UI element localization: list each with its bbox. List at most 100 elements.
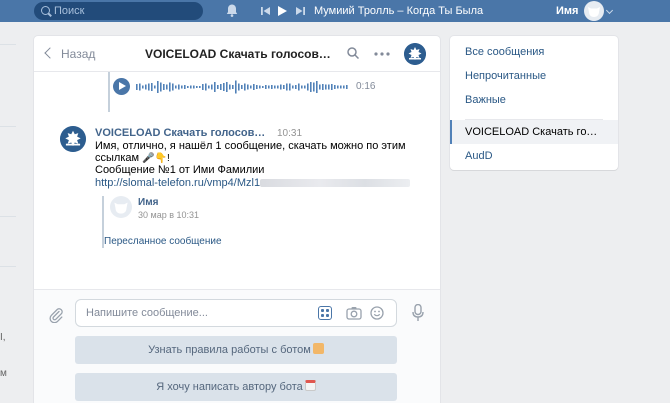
paperclip-icon[interactable]: [48, 307, 64, 323]
blurred-text: [260, 179, 411, 188]
forwarded-label[interactable]: Пересланное сообщение: [104, 236, 222, 247]
back-button[interactable]: Назад: [61, 47, 95, 61]
top-bar: Мумиий Тролль – Когда Ты Была Имя: [0, 0, 670, 22]
waveform-bar: [271, 85, 273, 89]
more-icon[interactable]: [374, 52, 390, 56]
waveform-bar: [241, 85, 243, 89]
waveform-bar: [277, 85, 279, 89]
message-text: Имя, отлично, я нашёл 1 сообщение, скача…: [95, 140, 406, 152]
forwarded-author[interactable]: Имя: [138, 197, 158, 208]
waveform-bar: [220, 84, 222, 90]
waveform-bar: [319, 84, 321, 90]
notepad-emoji-icon: [312, 343, 324, 354]
voiceload-logo-icon: [60, 126, 86, 152]
menu-item-audd[interactable]: AudD: [450, 144, 618, 168]
waveform-bar: [226, 82, 228, 92]
waveform-bar: [331, 84, 333, 90]
user-name[interactable]: Имя: [556, 5, 578, 17]
waveform-bar: [139, 83, 141, 91]
waveform-bar: [283, 85, 285, 89]
write-author-button[interactable]: Я хочу написать автору бота: [75, 373, 397, 401]
waveform-bar: [307, 83, 309, 91]
waveform-bar: [322, 84, 324, 90]
menu-item-important[interactable]: Важные: [450, 88, 618, 112]
chat-avatar[interactable]: [404, 43, 426, 65]
menu-item-unread[interactable]: Непрочитанные: [450, 64, 618, 88]
camera-icon[interactable]: [346, 306, 362, 320]
waveform-bar: [160, 82, 162, 92]
bot-rules-button[interactable]: Узнать правила работы с ботом: [75, 336, 397, 364]
waveform-bar: [154, 85, 156, 89]
search-icon[interactable]: [347, 47, 359, 59]
download-link-text[interactable]: http://slomal-telefon.ru/vmp4/Mzl1: [95, 177, 260, 189]
waveform-bar: [145, 84, 147, 90]
waveform-bar: [259, 85, 261, 89]
previous-track-icon[interactable]: [261, 6, 271, 16]
waveform-bar: [310, 82, 312, 92]
waveform-bar: [163, 84, 165, 90]
waveform-bar: [286, 83, 288, 91]
waveform-bar: [148, 83, 150, 91]
waveform-bar: [244, 83, 246, 91]
waveform-bar: [280, 84, 282, 90]
waveform-bar: [334, 85, 336, 89]
next-track-icon[interactable]: [295, 6, 305, 16]
waveform-bar: [256, 85, 258, 89]
search-icon: [41, 6, 50, 15]
back-arrow-icon[interactable]: [44, 47, 56, 59]
waveform-bar: [181, 85, 183, 89]
message-time[interactable]: 10:31: [277, 128, 302, 139]
voice-waveform[interactable]: [136, 77, 350, 97]
waveform-bar: [205, 83, 207, 91]
bot-keyboard-icon[interactable]: [318, 306, 332, 320]
waveform-bar: [250, 85, 252, 89]
waveform-bar: [214, 82, 216, 92]
waveform-bar: [301, 85, 303, 89]
download-link[interactable]: http://slomal-telefon.ru/vmp4/Mzl1: [95, 177, 411, 189]
write-author-button-label: Я хочу написать автору бота: [156, 381, 303, 393]
waveform-bar: [232, 85, 234, 89]
waveform-bar: [346, 85, 348, 89]
message-avatar[interactable]: [60, 126, 86, 152]
play-voice-button[interactable]: [113, 78, 130, 95]
waveform-bar: [304, 85, 306, 89]
waveform-bar: [229, 84, 231, 90]
forwarded-avatar[interactable]: [110, 196, 132, 218]
waveform-bar: [289, 83, 291, 91]
message-author[interactable]: VOICELOAD Скачать голосовое сообщение: [95, 127, 269, 139]
waveform-bar: [142, 85, 144, 89]
play-icon[interactable]: [278, 6, 287, 16]
waveform-bar: [337, 85, 339, 89]
chevron-down-icon[interactable]: [605, 6, 614, 15]
smile-icon[interactable]: [370, 306, 384, 320]
search-box[interactable]: [34, 2, 203, 20]
waveform-bar: [325, 84, 327, 90]
waveform-bar: [247, 84, 249, 90]
voice-message: 0:16: [108, 72, 408, 112]
sidebar-fragment: I,: [0, 332, 6, 343]
waveform-bar: [292, 85, 294, 89]
now-playing-track[interactable]: Мумиий Тролль – Когда Ты Была: [314, 5, 483, 17]
waveform-bar: [268, 85, 270, 89]
messages-filter-menu: Все сообщения Непрочитанные Важные VOICE…: [450, 36, 618, 170]
avatar[interactable]: [584, 1, 604, 21]
bell-icon[interactable]: [226, 4, 238, 17]
microphone-icon[interactable]: [412, 304, 424, 322]
menu-item-voiceload[interactable]: VOICELOAD Скачать голосовое сообщение: [450, 120, 618, 144]
forwarded-date[interactable]: 30 мар в 10:31: [138, 210, 199, 220]
composer: Узнать правила работы с ботом Я хочу нап…: [34, 289, 440, 403]
waveform-bar: [166, 84, 168, 90]
menu-item-all[interactable]: Все сообщения: [450, 40, 618, 64]
waveform-bar: [208, 85, 210, 89]
message-field[interactable]: [75, 299, 397, 327]
waveform-bar: [157, 81, 159, 93]
message-text: Сообщение №1 от Ими Фамилии: [95, 164, 265, 176]
message-input[interactable]: [86, 300, 306, 326]
default-avatar-icon: [114, 202, 128, 214]
waveform-bar: [313, 82, 315, 92]
search-input[interactable]: [54, 2, 199, 20]
left-sidebar-remnant: I, м: [0, 22, 20, 403]
waveform-bar: [328, 84, 330, 90]
waveform-bar: [193, 85, 195, 89]
chat-title[interactable]: VOICELOAD Скачать голосовое сообщение: [145, 47, 335, 61]
